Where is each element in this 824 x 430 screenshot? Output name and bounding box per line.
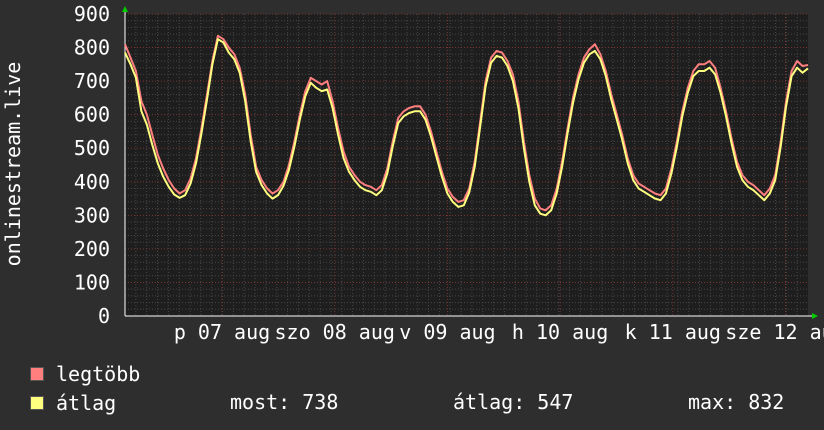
y-tick-label: 500 <box>74 136 110 160</box>
legend-swatch-atlag <box>30 396 44 410</box>
legend-label-atlag: átlag <box>56 391 117 415</box>
y-tick-label: 0 <box>98 304 110 328</box>
x-tick-label: szo 08 aug <box>274 320 394 344</box>
y-tick-label: 700 <box>74 69 110 93</box>
y-axis: 0 100 200 300 400 500 600 700 800 900 <box>74 2 128 328</box>
legend-item-atlag: átlag <box>30 390 116 416</box>
legend-label-legtobb: legtöbb <box>56 362 141 386</box>
y-tick-label: 100 <box>74 270 110 294</box>
y-tick-label: 600 <box>74 103 110 127</box>
legend-item-legtobb: legtöbb <box>30 361 140 387</box>
x-axis-arrow <box>812 313 818 319</box>
y-tick-label: 200 <box>74 237 110 261</box>
y-tick-label: 800 <box>74 36 110 60</box>
x-axis: p 07 aug szo 08 aug v 09 aug h 10 aug k 11 a… <box>125 313 824 344</box>
stat-current: most: 738 <box>230 390 339 414</box>
legend-swatch-legtobb <box>30 367 44 381</box>
line-chart: 0 100 200 300 400 500 600 700 800 900 p 07 aug szo… <box>1 2 824 344</box>
x-tick-label: v 09 aug <box>399 320 495 344</box>
x-tick-label: k 11 aug <box>625 320 721 344</box>
y-tick-label: 400 <box>74 170 110 194</box>
y-tick-label: 300 <box>74 203 110 227</box>
x-tick-label: sze 12 aug <box>725 320 824 344</box>
stat-average: átlag: 547 <box>453 390 574 414</box>
y-axis-arrow <box>122 6 128 12</box>
chart-stage: 0 100 200 300 400 500 600 700 800 900 p 07 aug szo… <box>0 0 824 430</box>
plot-area <box>125 14 808 316</box>
x-tick-label: h 10 aug <box>512 320 608 344</box>
stat-max: max: 832 <box>688 390 785 414</box>
x-tick-label: p 07 aug <box>174 320 270 344</box>
y-axis-label: onlinestream.live <box>1 62 25 267</box>
y-tick-label: 900 <box>74 2 110 26</box>
